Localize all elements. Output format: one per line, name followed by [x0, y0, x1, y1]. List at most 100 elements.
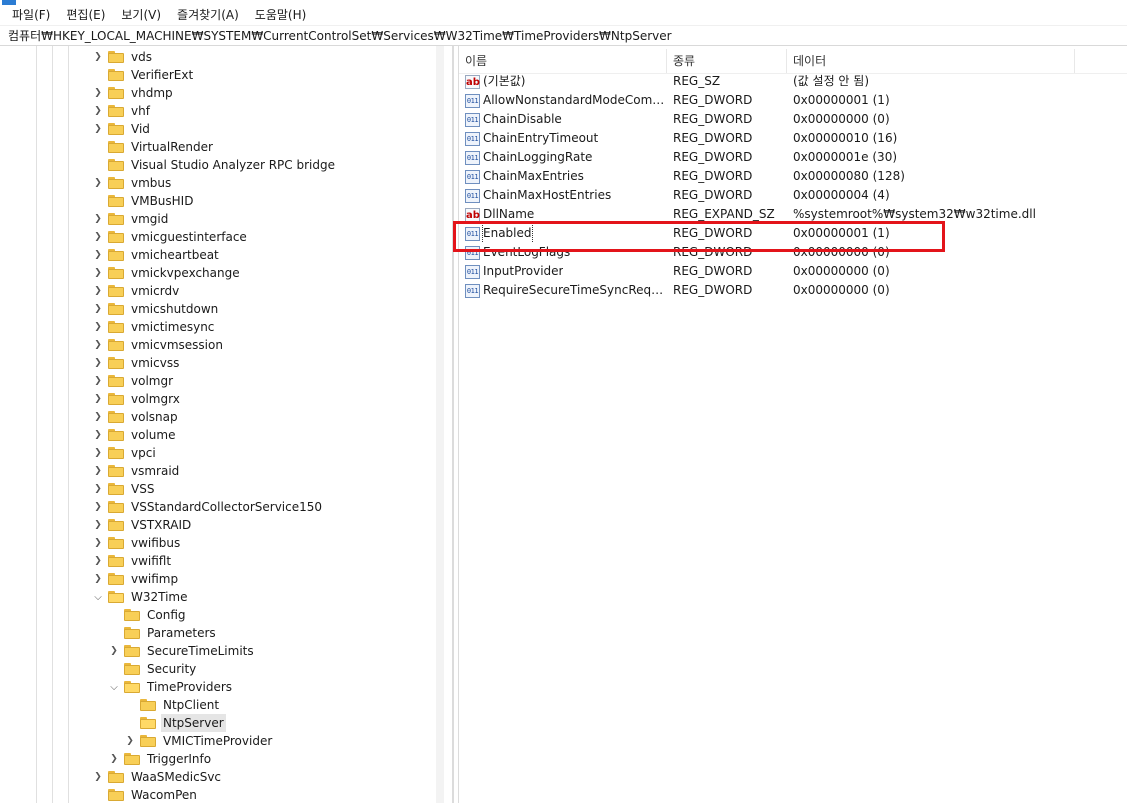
tree-item[interactable]: ❯ VMICTimeProvider	[124, 732, 274, 750]
value-row[interactable]: 011 EventLogFlags REG_DWORD 0x00000000 (0)	[459, 243, 1127, 262]
tree-item[interactable]: ❯ vsmraid	[92, 462, 181, 480]
folder-icon	[108, 447, 124, 459]
tree-item[interactable]: ❯ vmicguestinterface	[92, 228, 249, 246]
chevron-right-icon[interactable]: ❯	[92, 570, 104, 588]
tree-item[interactable]: ❯ vmictimesync	[92, 318, 216, 336]
chevron-right-icon[interactable]: ❯	[92, 48, 104, 66]
menu-view[interactable]: 보기(V)	[113, 5, 169, 26]
tree-item[interactable]: VerifierExt	[92, 66, 195, 84]
tree-item[interactable]: ❯ vpci	[92, 444, 158, 462]
tree-item[interactable]: ❯ vwifimp	[92, 570, 180, 588]
tree-item[interactable]: ❯ vmbus	[92, 174, 173, 192]
menu-favorites[interactable]: 즐겨찾기(A)	[169, 5, 247, 26]
menu-help[interactable]: 도움말(H)	[247, 5, 315, 26]
chevron-right-icon[interactable]: ❯	[92, 84, 104, 102]
value-row[interactable]: 011 ChainMaxHostEntries REG_DWORD 0x0000000…	[459, 186, 1127, 205]
tree-item[interactable]: ❯ vhf	[92, 102, 152, 120]
tree-item[interactable]: ❯ VSS	[92, 480, 156, 498]
column-header-type[interactable]: 종류	[667, 49, 787, 73]
tree-item[interactable]: ❯ vwififlt	[92, 552, 173, 570]
tree-item[interactable]: ❯ vmicrdv	[92, 282, 181, 300]
tree-item[interactable]: Config	[108, 606, 188, 624]
chevron-right-icon[interactable]: ❯	[92, 174, 104, 192]
tree-item[interactable]: NtpServer	[124, 714, 226, 732]
chevron-down-icon[interactable]: ⌵	[108, 678, 120, 696]
menu-file[interactable]: 파일(F)	[4, 5, 58, 26]
tree-item[interactable]: ❯ vmgid	[92, 210, 170, 228]
tree-item[interactable]: VirtualRender	[92, 138, 215, 156]
tree-item[interactable]: ❯ vhdmp	[92, 84, 175, 102]
chevron-right-icon[interactable]: ❯	[92, 408, 104, 426]
tree-item[interactable]: ❯ vmicvss	[92, 354, 181, 372]
menu-edit[interactable]: 편집(E)	[58, 5, 113, 26]
tree-item[interactable]: WacomPen	[92, 786, 199, 803]
chevron-right-icon[interactable]: ❯	[108, 642, 120, 660]
value-row[interactable]: ab DllName REG_EXPAND_SZ %systemroot%₩syste…	[459, 205, 1127, 224]
chevron-right-icon[interactable]: ❯	[92, 372, 104, 390]
value-row[interactable]: 011 ChainLoggingRate REG_DWORD 0x0000001e (…	[459, 148, 1127, 167]
tree-item[interactable]: ❯ vwifibus	[92, 534, 182, 552]
tree-item[interactable]: ❯ volmgrx	[92, 390, 182, 408]
chevron-right-icon[interactable]: ❯	[92, 318, 104, 336]
value-row[interactable]: 011 Enabled REG_DWORD 0x00000001 (1)	[459, 224, 1127, 243]
value-row[interactable]: 011 AllowNonstandardModeCombin... REG_DWOR…	[459, 91, 1127, 110]
tree-scrollbar[interactable]	[436, 46, 444, 803]
tree-item[interactable]: Parameters	[108, 624, 218, 642]
values-list[interactable]: 이름 종류 데이터 ab (기본값) REG_SZ (값 설정 안 됨) 011 Allo…	[459, 46, 1127, 803]
chevron-right-icon[interactable]: ❯	[92, 120, 104, 138]
column-header-data[interactable]: 데이터	[787, 49, 1075, 73]
chevron-right-icon[interactable]: ❯	[92, 552, 104, 570]
tree-item[interactable]: ❯ WaaSMedicSvc	[92, 768, 223, 786]
tree-item[interactable]: Visual Studio Analyzer RPC bridge	[92, 156, 337, 174]
tree-item[interactable]: ❯ SecureTimeLimits	[108, 642, 256, 660]
chevron-right-icon[interactable]: ❯	[92, 210, 104, 228]
tree-item[interactable]: ⌵ TimeProviders	[108, 678, 234, 696]
chevron-right-icon[interactable]: ❯	[92, 300, 104, 318]
tree-item[interactable]: ❯ volume	[92, 426, 177, 444]
tree-item[interactable]: ❯ vds	[92, 48, 154, 66]
chevron-right-icon[interactable]: ❯	[92, 498, 104, 516]
chevron-right-icon[interactable]: ❯	[92, 444, 104, 462]
tree-item[interactable]: ❯ vmicheartbeat	[92, 246, 221, 264]
chevron-right-icon[interactable]: ❯	[92, 264, 104, 282]
tree-item[interactable]: ❯ vmickvpexchange	[92, 264, 242, 282]
chevron-right-icon[interactable]: ❯	[92, 462, 104, 480]
value-row[interactable]: ab (기본값) REG_SZ (값 설정 안 됨)	[459, 72, 1127, 91]
address-bar[interactable]: 컴퓨터₩HKEY_LOCAL_MACHINE₩SYSTEM₩CurrentCon…	[0, 27, 1127, 46]
tree-item[interactable]: VMBusHID	[92, 192, 195, 210]
chevron-right-icon[interactable]: ❯	[92, 426, 104, 444]
chevron-right-icon[interactable]: ❯	[92, 282, 104, 300]
value-row[interactable]: 011 RequireSecureTimeSyncRequests REG_DWOR…	[459, 281, 1127, 300]
tree-item[interactable]: NtpClient	[124, 696, 221, 714]
tree-item[interactable]: ⌵ W32Time	[92, 588, 190, 606]
chevron-right-icon[interactable]: ❯	[92, 516, 104, 534]
tree-item[interactable]: ❯ vmicshutdown	[92, 300, 220, 318]
chevron-right-icon[interactable]: ❯	[92, 354, 104, 372]
tree-item[interactable]: ❯ Vid	[92, 120, 152, 138]
tree-item[interactable]: Security	[108, 660, 198, 678]
chevron-right-icon[interactable]: ❯	[92, 246, 104, 264]
chevron-right-icon[interactable]: ❯	[92, 336, 104, 354]
value-row[interactable]: 011 ChainDisable REG_DWORD 0x00000000 (0)	[459, 110, 1127, 129]
tree-item[interactable]: ❯ VSTXRAID	[92, 516, 193, 534]
chevron-right-icon[interactable]: ❯	[108, 750, 120, 768]
value-row[interactable]: 011 ChainMaxEntries REG_DWORD 0x00000080 (1…	[459, 167, 1127, 186]
tree-item[interactable]: ❯ volmgr	[92, 372, 175, 390]
tree-item[interactable]: ❯ VSStandardCollectorService150	[92, 498, 324, 516]
chevron-right-icon[interactable]: ❯	[92, 480, 104, 498]
chevron-right-icon[interactable]: ❯	[92, 390, 104, 408]
value-name-cell: ab DllName	[465, 205, 665, 224]
value-row[interactable]: 011 ChainEntryTimeout REG_DWORD 0x00000010 …	[459, 129, 1127, 148]
chevron-right-icon[interactable]: ❯	[92, 102, 104, 120]
chevron-right-icon[interactable]: ❯	[124, 732, 136, 750]
value-row[interactable]: 011 InputProvider REG_DWORD 0x00000000 (0)	[459, 262, 1127, 281]
chevron-right-icon[interactable]: ❯	[92, 228, 104, 246]
key-tree[interactable]: ❯ vds VerifierExt ❯ vhdmp ❯ vhf ❯ Vid VirtualRend…	[6, 46, 453, 803]
tree-item[interactable]: ❯ volsnap	[92, 408, 180, 426]
column-header-name[interactable]: 이름	[459, 49, 667, 73]
tree-item[interactable]: ❯ TriggerInfo	[108, 750, 213, 768]
tree-item[interactable]: ❯ vmicvmsession	[92, 336, 225, 354]
chevron-down-icon[interactable]: ⌵	[92, 588, 104, 606]
chevron-right-icon[interactable]: ❯	[92, 768, 104, 786]
chevron-right-icon[interactable]: ❯	[92, 534, 104, 552]
